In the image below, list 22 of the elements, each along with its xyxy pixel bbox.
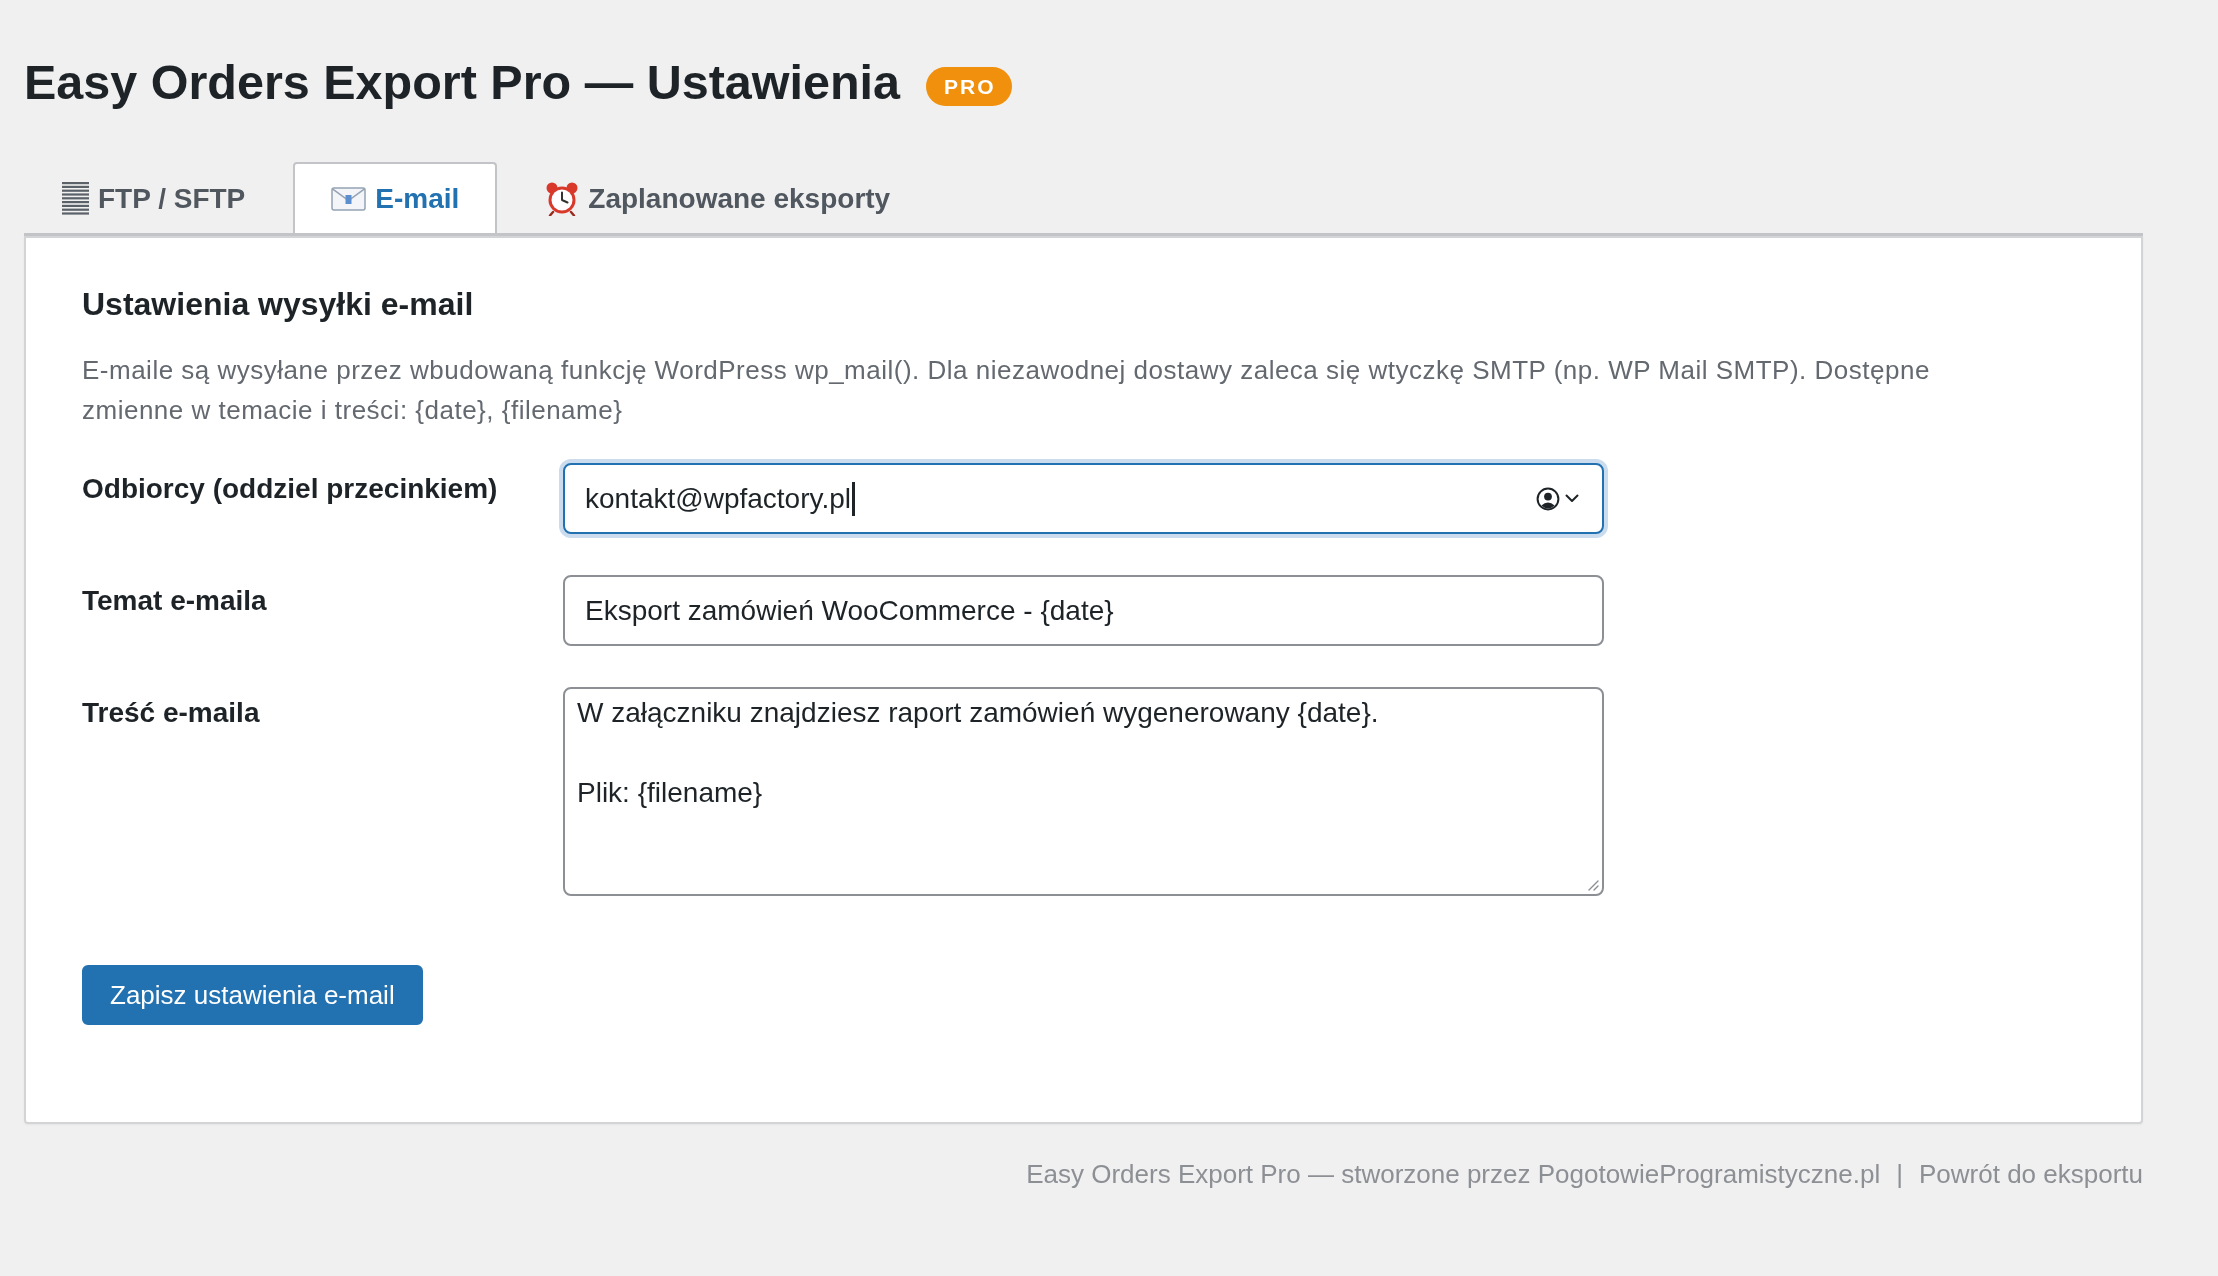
resize-handle-icon[interactable] bbox=[1587, 879, 1599, 891]
pro-badge: PRO bbox=[926, 66, 1012, 106]
page-title: Easy Orders Export Pro — Ustawienia bbox=[24, 54, 900, 111]
footer-credit-text: Easy Orders Export Pro — stworzone przez PogotowieProgramistyczne.pl bbox=[1026, 1158, 1881, 1191]
lines-icon bbox=[62, 182, 89, 215]
person-circle-icon[interactable] bbox=[1536, 486, 1560, 511]
message-textarea[interactable]: W załączniku znajdziesz raport zamówień wygenerowany {date}. Plik: {filename} bbox=[563, 687, 1604, 896]
footer-separator: | bbox=[1896, 1158, 1903, 1191]
field-label: Temat e-maila bbox=[82, 584, 268, 618]
save-button[interactable]: Zapisz ustawienia e-mail bbox=[82, 965, 423, 1025]
field-label: Odbiorcy (oddziel przecinkiem) bbox=[82, 472, 499, 506]
tab[interactable]: Zaplanowane eksporty bbox=[507, 162, 929, 233]
chevron-down-icon[interactable] bbox=[1565, 494, 1579, 503]
description-text: E-maile są wysyłane przez wbudowaną funkcję WordPress wp_mail(). Dla niezawodnej dostawy zaleca się wtyczkę SMTP (np. WP Mail SMTP). Dostępne zmienne w temacie i treści: {date}, {filename} bbox=[82, 354, 1931, 427]
tab[interactable]: FTP / SFTP bbox=[24, 162, 284, 233]
section-heading: Ustawienia wysyłki e-mail bbox=[82, 285, 475, 324]
envelope-icon bbox=[331, 186, 367, 211]
alarm-clock-icon bbox=[545, 181, 580, 216]
text-input-field[interactable]: Eksport zamówień WooCommerce - {date} bbox=[563, 575, 1604, 646]
text-cursor-icon bbox=[852, 481, 855, 516]
tab[interactable]: E-mail bbox=[293, 162, 498, 233]
field-label: Treść e-maila bbox=[82, 696, 261, 730]
